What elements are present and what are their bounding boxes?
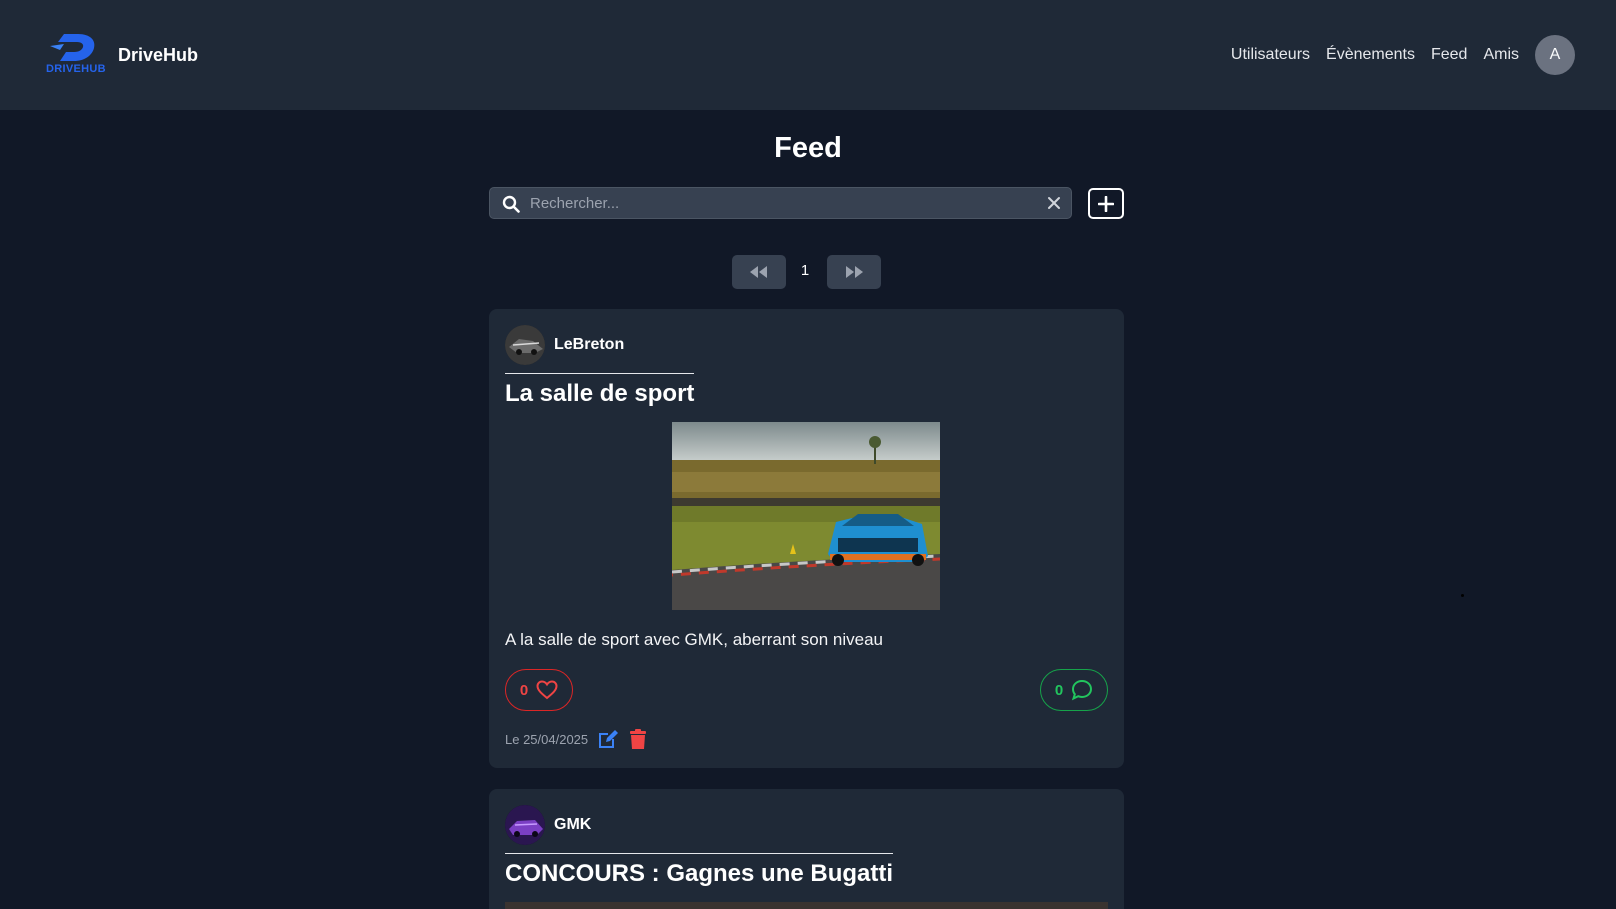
post-title: La salle de sport — [505, 373, 695, 408]
main-nav: Utilisateurs Évènements Feed Amis A — [1231, 35, 1575, 75]
post-image — [672, 422, 940, 610]
drivehub-logo: DRIVEHUB — [46, 32, 112, 76]
comment-icon — [1072, 679, 1093, 701]
post-meta: Le 25/04/2025 — [505, 727, 656, 751]
post-author[interactable]: LeBreton — [505, 325, 624, 365]
nav-link-utilisateurs[interactable]: Utilisateurs — [1231, 46, 1310, 64]
post-image — [505, 902, 1108, 909]
brand-name: DriveHub — [118, 45, 199, 65]
search-bar — [489, 187, 1072, 219]
comment-count: 0 — [1054, 681, 1064, 699]
current-page-number: 1 — [800, 262, 810, 279]
like-count: 0 — [519, 681, 529, 699]
brand[interactable]: DRIVEHUB DriveHub — [46, 32, 198, 76]
nav-link-feed[interactable]: Feed — [1431, 46, 1467, 64]
post-date: Le 25/04/2025 — [505, 731, 589, 747]
edit-icon[interactable] — [596, 727, 620, 751]
search-icon — [502, 195, 520, 213]
logo-wordmark: DRIVEHUB — [46, 63, 106, 75]
next-page-button[interactable] — [827, 255, 881, 289]
top-navbar: DRIVEHUB DriveHub Utilisateurs Évènement… — [0, 0, 1616, 110]
author-name: GMK — [554, 816, 592, 833]
decorative-dot — [1461, 594, 1464, 597]
double-chevron-right-icon — [846, 266, 863, 278]
comment-button[interactable]: 0 — [1040, 669, 1108, 711]
like-button[interactable]: 0 — [505, 669, 573, 711]
add-post-button[interactable] — [1088, 188, 1124, 219]
author-name: LeBreton — [554, 336, 625, 353]
post-card: GMK CONCOURS : Gagnes une Bugatti — [489, 789, 1124, 909]
double-chevron-left-icon — [750, 266, 767, 278]
previous-page-button[interactable] — [732, 255, 786, 289]
logo-d-icon — [50, 34, 95, 61]
page-title: Feed — [774, 132, 842, 164]
user-avatar-button[interactable]: A — [1535, 35, 1575, 75]
trash-icon[interactable] — [626, 727, 650, 751]
nav-link-amis[interactable]: Amis — [1483, 46, 1519, 64]
heart-icon — [536, 680, 558, 700]
post-author[interactable]: GMK — [505, 805, 591, 845]
nav-link-evenements[interactable]: Évènements — [1326, 46, 1415, 64]
post-card: LeBreton La salle de sport A la salle de… — [489, 309, 1124, 768]
author-avatar — [505, 325, 545, 365]
plus-icon — [1098, 195, 1114, 212]
post-title: CONCOURS : Gagnes une Bugatti — [505, 853, 894, 888]
author-avatar — [505, 805, 545, 845]
close-icon[interactable] — [1047, 196, 1061, 210]
post-text: A la salle de sport avec GMK, aberrant s… — [505, 630, 883, 649]
search-input[interactable] — [530, 188, 1030, 218]
